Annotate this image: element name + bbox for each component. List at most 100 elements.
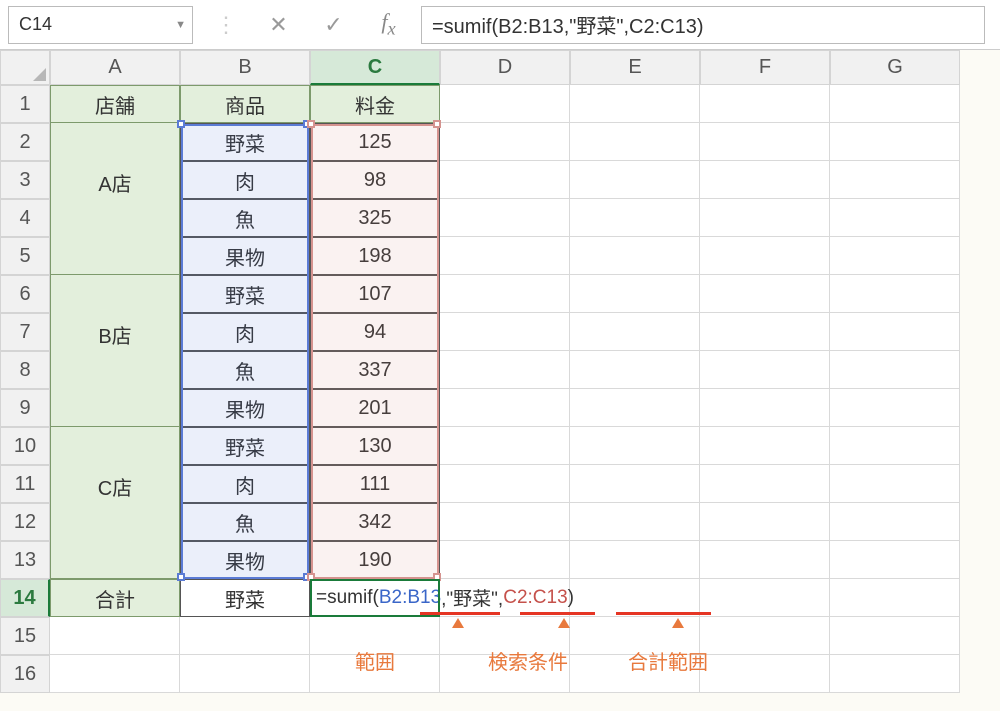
- cell[interactable]: [570, 465, 700, 503]
- row-header[interactable]: 1: [0, 85, 50, 123]
- select-all-corner[interactable]: [0, 50, 50, 85]
- cell[interactable]: [570, 389, 700, 427]
- product-cell[interactable]: 肉: [180, 161, 310, 199]
- cell[interactable]: [440, 503, 570, 541]
- price-cell[interactable]: 190: [310, 541, 440, 579]
- cell[interactable]: [440, 351, 570, 389]
- header-price[interactable]: 料金: [310, 85, 440, 123]
- product-cell[interactable]: 野菜: [180, 123, 310, 161]
- cell[interactable]: [570, 541, 700, 579]
- price-cell[interactable]: 125: [310, 123, 440, 161]
- cell[interactable]: [570, 237, 700, 275]
- price-cell[interactable]: 342: [310, 503, 440, 541]
- product-cell[interactable]: 果物: [180, 541, 310, 579]
- cell[interactable]: [830, 161, 960, 199]
- cell[interactable]: [830, 541, 960, 579]
- cell[interactable]: [440, 465, 570, 503]
- formula-bar[interactable]: =sumif(B2:B13,"野菜",C2:C13): [421, 6, 985, 44]
- price-cell[interactable]: 130: [310, 427, 440, 465]
- cell[interactable]: [440, 427, 570, 465]
- cell[interactable]: [440, 313, 570, 351]
- cell[interactable]: [830, 655, 960, 693]
- row-header[interactable]: 7: [0, 313, 50, 351]
- row-header[interactable]: 10: [0, 427, 50, 465]
- cell[interactable]: [180, 655, 310, 693]
- cell[interactable]: [700, 389, 830, 427]
- cell[interactable]: [440, 541, 570, 579]
- product-cell[interactable]: 果物: [180, 237, 310, 275]
- cell[interactable]: [700, 237, 830, 275]
- product-cell[interactable]: 肉: [180, 465, 310, 503]
- cell[interactable]: [570, 351, 700, 389]
- cell[interactable]: [50, 655, 180, 693]
- cell[interactable]: [440, 161, 570, 199]
- cell[interactable]: [700, 503, 830, 541]
- column-header[interactable]: G: [830, 50, 960, 85]
- row-header[interactable]: 11: [0, 465, 50, 503]
- row-header[interactable]: 2: [0, 123, 50, 161]
- fx-icon[interactable]: fx: [361, 9, 416, 39]
- cell[interactable]: [50, 389, 180, 427]
- cell[interactable]: [830, 275, 960, 313]
- product-cell[interactable]: 魚: [180, 503, 310, 541]
- cell[interactable]: [700, 161, 830, 199]
- range-handle[interactable]: [177, 120, 185, 128]
- cell[interactable]: [830, 313, 960, 351]
- cell[interactable]: [570, 275, 700, 313]
- cell[interactable]: [50, 237, 180, 275]
- cell[interactable]: [700, 427, 830, 465]
- cell[interactable]: [180, 617, 310, 655]
- column-header[interactable]: D: [440, 50, 570, 85]
- cell[interactable]: [50, 199, 180, 237]
- range-handle[interactable]: [307, 120, 315, 128]
- cell[interactable]: [440, 85, 570, 123]
- cell[interactable]: [700, 655, 830, 693]
- cell[interactable]: [830, 85, 960, 123]
- cell[interactable]: [50, 503, 180, 541]
- cell[interactable]: [570, 313, 700, 351]
- price-cell[interactable]: 98: [310, 161, 440, 199]
- cell[interactable]: [700, 123, 830, 161]
- row-header[interactable]: 9: [0, 389, 50, 427]
- row-header[interactable]: 12: [0, 503, 50, 541]
- row-header[interactable]: 14: [0, 579, 50, 617]
- cell[interactable]: [830, 123, 960, 161]
- cell[interactable]: [440, 123, 570, 161]
- price-cell[interactable]: 111: [310, 465, 440, 503]
- header-product[interactable]: 商品: [180, 85, 310, 123]
- row-header[interactable]: 3: [0, 161, 50, 199]
- price-cell[interactable]: 107: [310, 275, 440, 313]
- product-cell[interactable]: 野菜: [180, 275, 310, 313]
- price-cell[interactable]: 337: [310, 351, 440, 389]
- chevron-down-icon[interactable]: ▼: [175, 19, 186, 31]
- cancel-icon[interactable]: ✕: [251, 12, 306, 38]
- confirm-icon[interactable]: ✓: [306, 12, 361, 38]
- price-cell[interactable]: 94: [310, 313, 440, 351]
- column-header[interactable]: F: [700, 50, 830, 85]
- cell[interactable]: [50, 275, 180, 313]
- summary-label[interactable]: 合計: [50, 579, 180, 617]
- cell[interactable]: [50, 427, 180, 465]
- cell[interactable]: [440, 389, 570, 427]
- cell[interactable]: [700, 85, 830, 123]
- cell[interactable]: [570, 503, 700, 541]
- product-cell[interactable]: 果物: [180, 389, 310, 427]
- cell[interactable]: [50, 123, 180, 161]
- row-header[interactable]: 4: [0, 199, 50, 237]
- worksheet[interactable]: ABCDEFG1店舗商品料金2野菜1253肉984魚3255果物1986野菜10…: [0, 50, 1000, 693]
- row-header[interactable]: 5: [0, 237, 50, 275]
- product-cell[interactable]: 魚: [180, 351, 310, 389]
- cell[interactable]: [700, 275, 830, 313]
- cell[interactable]: [50, 351, 180, 389]
- row-header[interactable]: 15: [0, 617, 50, 655]
- price-cell[interactable]: 325: [310, 199, 440, 237]
- cell[interactable]: [700, 199, 830, 237]
- cell[interactable]: [700, 579, 830, 617]
- product-cell[interactable]: 肉: [180, 313, 310, 351]
- row-header[interactable]: 16: [0, 655, 50, 693]
- cell[interactable]: [570, 427, 700, 465]
- column-header[interactable]: A: [50, 50, 180, 85]
- cell[interactable]: [440, 199, 570, 237]
- cell[interactable]: [830, 351, 960, 389]
- product-cell[interactable]: 魚: [180, 199, 310, 237]
